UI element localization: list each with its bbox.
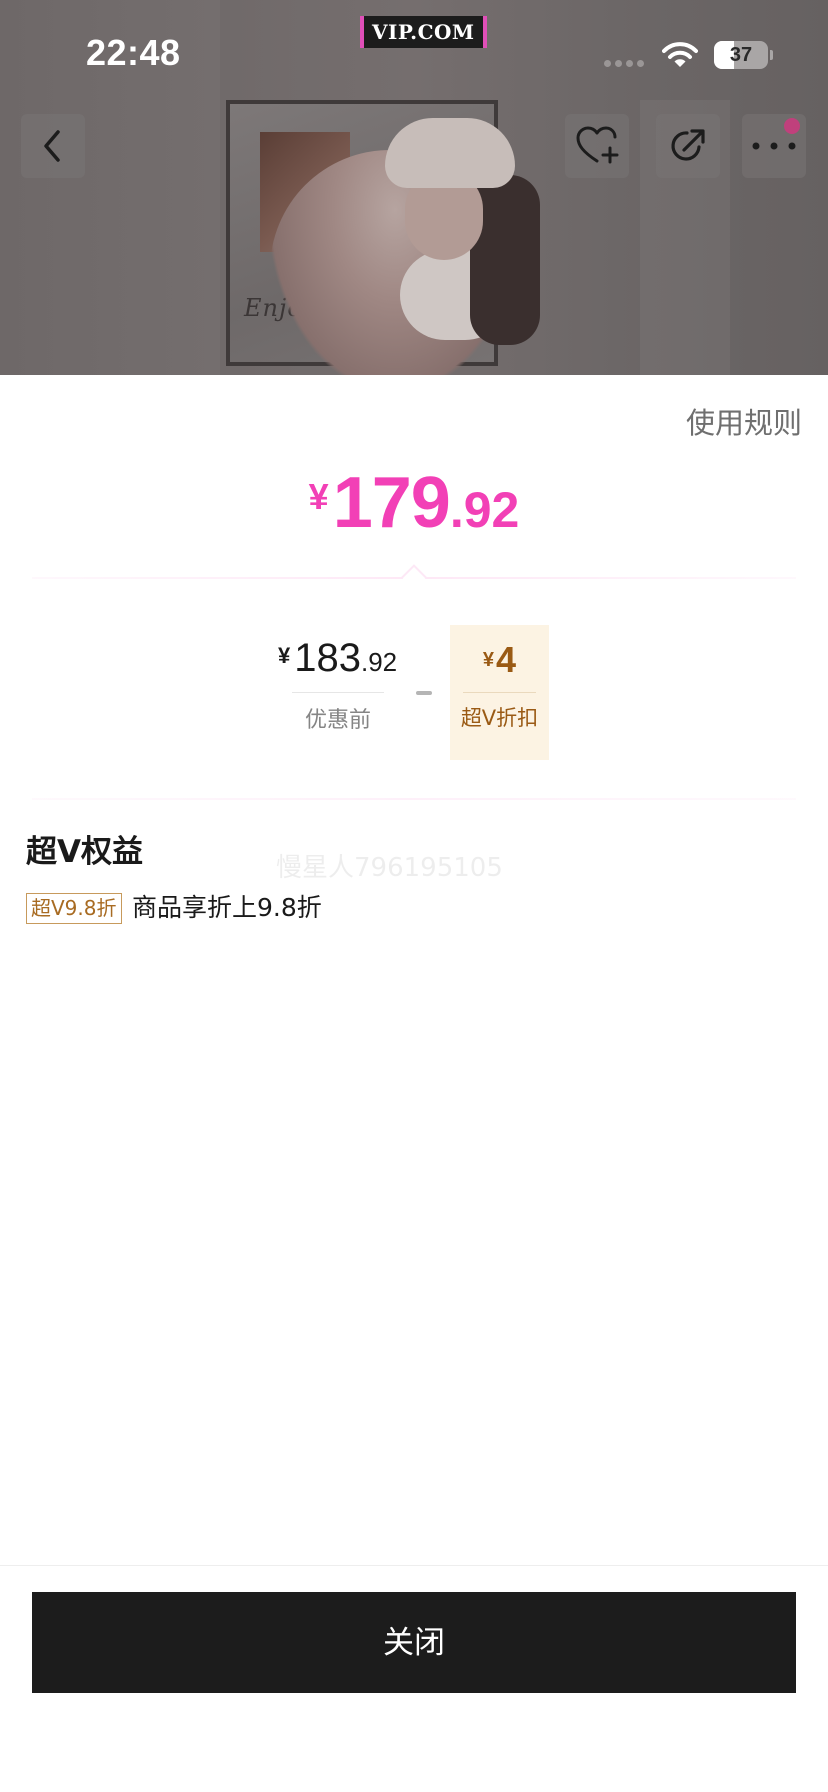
battery-tip [770, 50, 773, 60]
original-price-currency: ¥ [278, 643, 291, 668]
watermark-text: 慢星人796195105 [276, 853, 503, 883]
benefit-tag: 超V9.8折 [26, 893, 122, 924]
final-price-currency: ¥ [308, 476, 329, 517]
benefit-description: 商品享折上9.8折 [132, 893, 322, 922]
share-button[interactable] [656, 114, 720, 178]
status-time: 22:48 [86, 32, 181, 73]
photo-model-hat [385, 118, 515, 188]
favorite-add-icon [576, 126, 619, 164]
price-divider-notch [401, 564, 427, 590]
notification-dot [784, 118, 800, 134]
final-price-integer: 179 [332, 463, 451, 543]
original-price: ¥183.92 [278, 636, 397, 681]
minus-icon [416, 691, 432, 695]
wifi-icon [662, 42, 698, 67]
original-price-integer: 183 [294, 636, 361, 680]
final-price-decimal: .92 [449, 482, 520, 538]
discount-value: 4 [496, 639, 517, 680]
discount-currency: ¥ [482, 649, 495, 671]
share-icon [671, 129, 705, 161]
final-price: ¥179.92 [0, 462, 828, 544]
usage-rules-link[interactable]: 使用规则 [686, 400, 802, 442]
discount-label: 超V折扣 [460, 706, 539, 730]
section-title: 超V权益 [26, 834, 143, 870]
back-icon [44, 130, 60, 162]
discount-divider [463, 692, 536, 693]
super-vip-discount: ¥4 超V折扣 [450, 625, 549, 760]
section-divider [32, 798, 796, 800]
more-icon [752, 142, 796, 150]
cellular-signal-icon [604, 60, 644, 67]
original-price-underline [292, 692, 384, 693]
back-button[interactable] [21, 114, 85, 178]
footer-divider [0, 1565, 828, 1566]
close-button[interactable]: 关闭 [32, 1592, 796, 1693]
original-price-label: 优惠前 [304, 708, 371, 733]
original-price-decimal: .92 [361, 647, 398, 677]
battery-icon: 37 [714, 41, 768, 69]
favorite-add-button[interactable] [565, 114, 629, 178]
brand-logo: VIP.COM [360, 16, 487, 48]
discount-amount: ¥4 [450, 639, 549, 681]
battery-level: 37 [729, 44, 753, 66]
